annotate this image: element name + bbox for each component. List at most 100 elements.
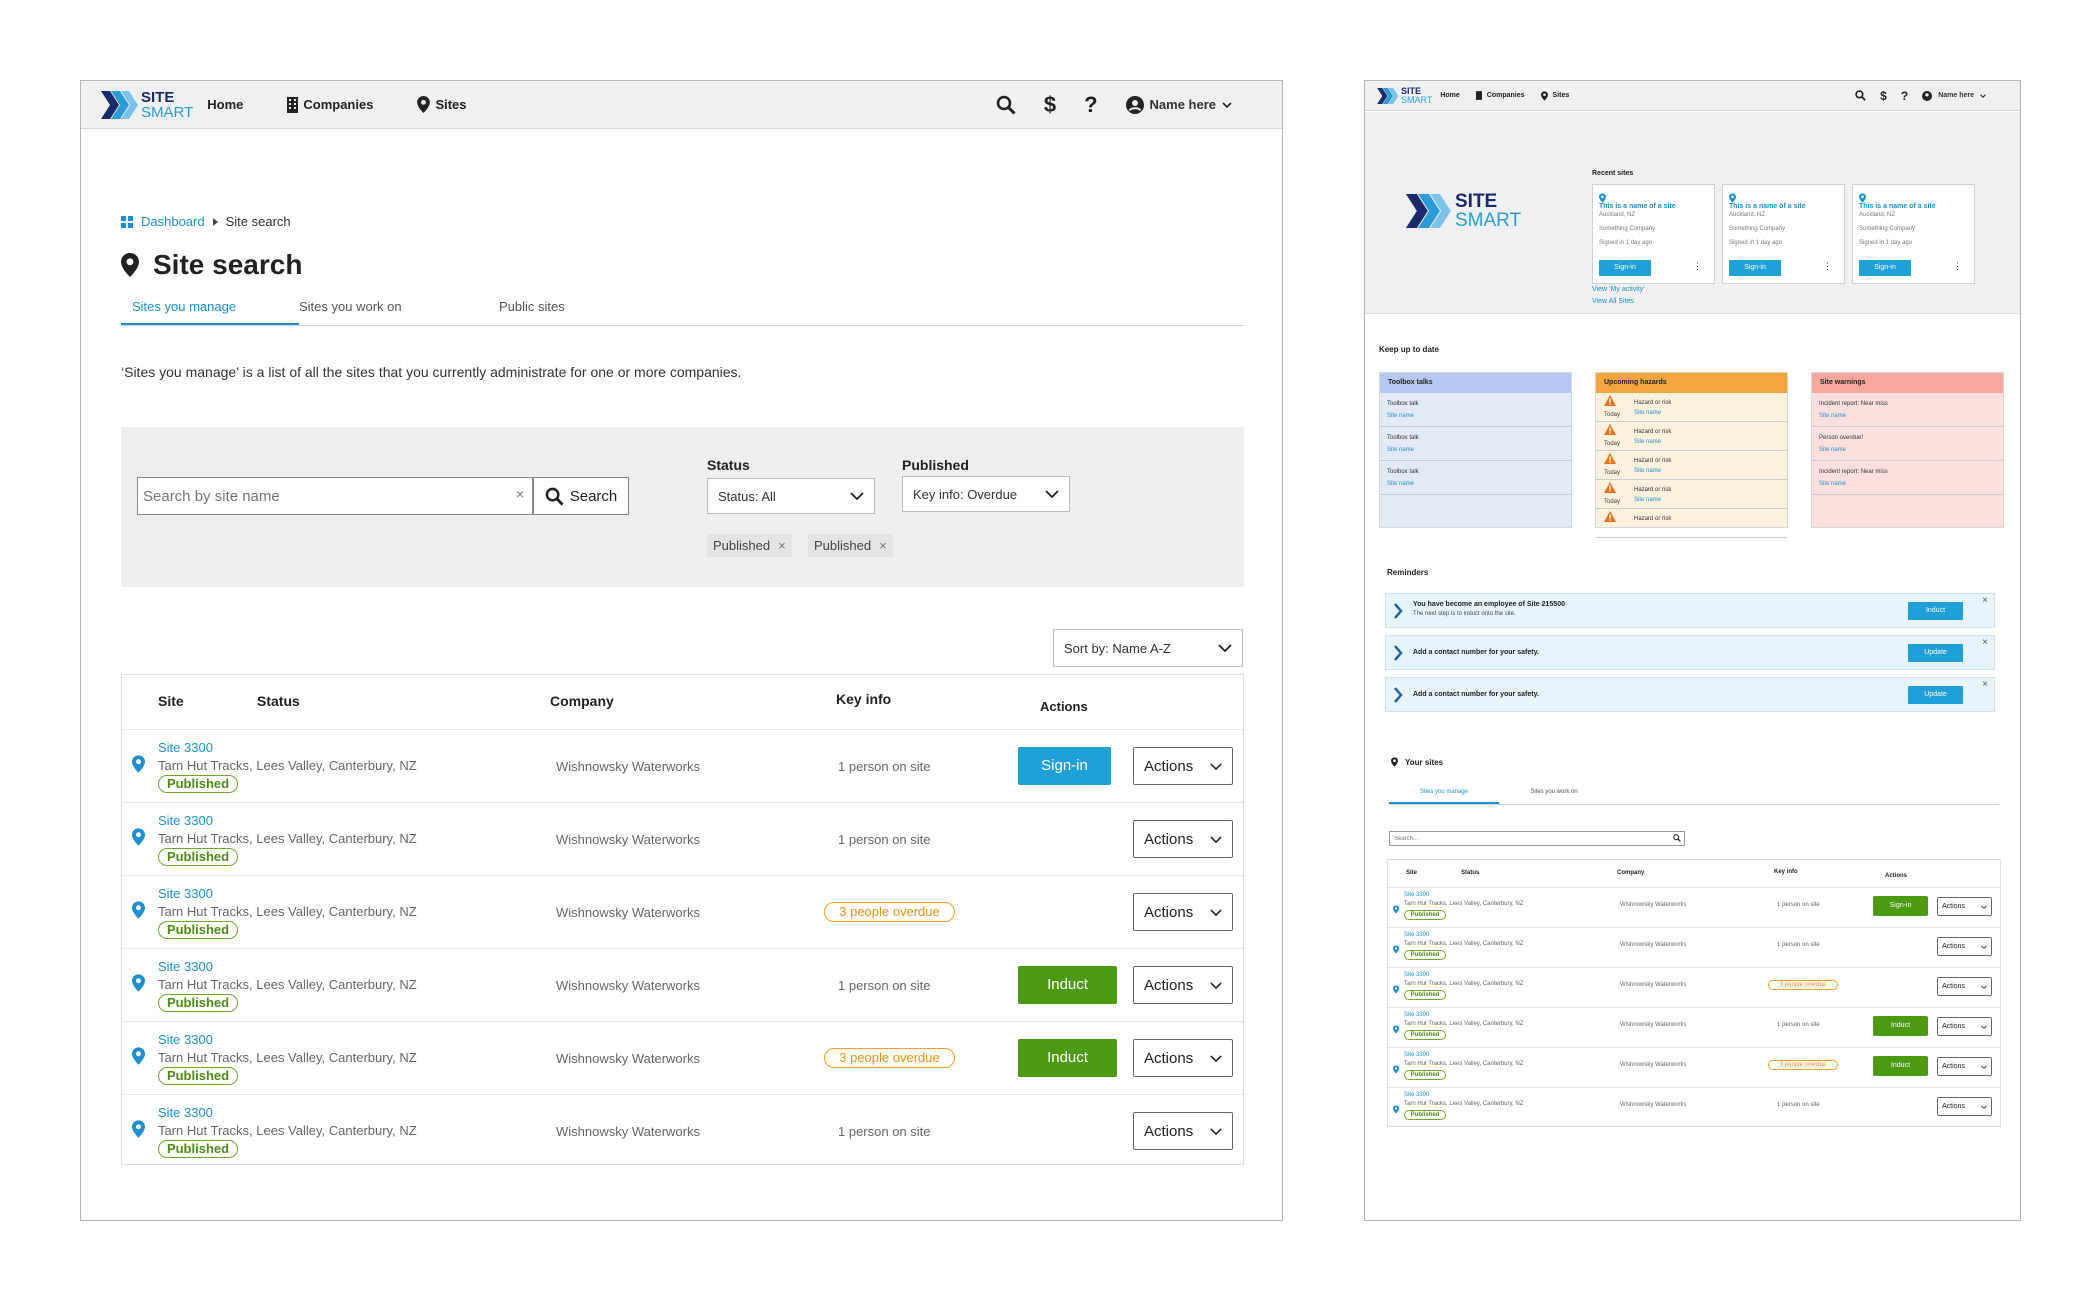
induct-button[interactable]: Induct — [1018, 1039, 1117, 1077]
induct-button[interactable]: Induct — [1873, 1056, 1928, 1076]
nav-sites[interactable]: Sites — [417, 96, 467, 113]
actions-dropdown[interactable]: Actions — [1937, 977, 1992, 996]
tab-sites-you-work-on[interactable]: Sites you work on — [1499, 789, 1609, 804]
tab-sites-you-manage[interactable]: Sites you manage — [1389, 789, 1499, 804]
sign-in-button[interactable]: Sign-in — [1018, 747, 1111, 785]
actions-dropdown[interactable]: Actions — [1133, 966, 1233, 1004]
tab-sites-you-work-on[interactable]: Sites you work on — [299, 299, 499, 325]
actions-dropdown[interactable]: Actions — [1133, 893, 1233, 931]
recent-site-card[interactable]: This is a name of a site Auckland, NZ Some… — [1852, 184, 1975, 284]
view-activity-link[interactable]: View ‘My activity’ — [1592, 286, 1645, 293]
actions-dropdown[interactable]: Actions — [1937, 1057, 1992, 1076]
reminder-button[interactable]: Update — [1908, 644, 1963, 662]
induct-button[interactable]: Sign-in — [1873, 896, 1928, 916]
sitesmart-logo[interactable]: SITE SMART — [1377, 86, 1432, 105]
site-link[interactable]: Site 3300 — [1404, 892, 1429, 898]
induct-button[interactable]: Induct — [1873, 1016, 1928, 1036]
more-options-icon[interactable]: ⋮ — [1693, 261, 1702, 272]
actions-dropdown[interactable]: Actions — [1937, 1097, 1992, 1116]
site-link[interactable]: Site 3300 — [1404, 1012, 1429, 1018]
panel-item[interactable]: Toolbox talk Site name — [1380, 427, 1571, 461]
site-link[interactable]: Site 3300 — [158, 886, 213, 901]
actions-dropdown[interactable]: Actions — [1133, 747, 1233, 785]
col-company: Company — [550, 693, 614, 709]
recent-site-name[interactable]: This is a name of a site — [1599, 203, 1676, 210]
search-icon[interactable] — [1855, 90, 1867, 101]
breadcrumb-dashboard[interactable]: Dashboard — [141, 214, 205, 229]
nav-sites[interactable]: Sites — [1540, 90, 1569, 101]
reminder-button[interactable]: Update — [1908, 686, 1963, 704]
more-options-icon[interactable]: ⋮ — [1823, 261, 1832, 272]
dollar-icon[interactable]: $ — [1044, 92, 1056, 118]
sign-in-button[interactable]: Sign-in — [1729, 260, 1781, 276]
nav-companies[interactable]: Companies — [1475, 91, 1525, 100]
sitesmart-logo[interactable]: SITE SMART — [101, 90, 193, 120]
help-icon[interactable]: ? — [1084, 92, 1097, 118]
search-button[interactable]: Search — [533, 477, 629, 515]
published-select[interactable]: Key info: Overdue — [902, 476, 1070, 512]
filter-chip[interactable]: Published × — [808, 534, 893, 557]
more-options-icon[interactable]: ⋮ — [1953, 261, 1962, 272]
tab-public-sites[interactable]: Public sites — [499, 299, 565, 325]
site-link[interactable]: Site 3300 — [158, 813, 213, 828]
close-icon[interactable]: × — [1982, 679, 1988, 690]
recent-site-name[interactable]: This is a name of a site — [1859, 203, 1936, 210]
remove-chip-icon[interactable]: × — [778, 538, 786, 553]
site-link[interactable]: Site 3300 — [1404, 1052, 1429, 1058]
actions-dropdown[interactable]: Actions — [1937, 937, 1992, 956]
sign-in-button[interactable]: Sign-in — [1599, 260, 1651, 276]
search-icon[interactable] — [996, 95, 1016, 115]
site-link[interactable]: Site 3300 — [158, 740, 213, 755]
close-icon[interactable]: × — [1982, 637, 1988, 648]
recent-site-name[interactable]: This is a name of a site — [1729, 203, 1806, 210]
panel-item[interactable]: Person overdue! Site name — [1812, 427, 2003, 461]
panel-item[interactable]: Toolbox talk Site name — [1380, 393, 1571, 427]
induct-button[interactable]: Induct — [1018, 966, 1117, 1004]
close-icon[interactable]: × — [1982, 595, 1988, 606]
actions-dropdown[interactable]: Actions — [1133, 1112, 1233, 1150]
actions-dropdown[interactable]: Actions — [1937, 1017, 1992, 1036]
hazard-item[interactable]: Hazard or risk — [1596, 509, 1787, 538]
hazard-item[interactable]: Today Hazard or risk Site name — [1596, 393, 1787, 422]
site-link[interactable]: Site 3300 — [158, 1105, 213, 1120]
user-menu[interactable]: Name here — [1125, 95, 1232, 114]
view-all-sites-link[interactable]: View All Sites — [1592, 298, 1634, 305]
nav-home[interactable]: Home — [1440, 92, 1459, 99]
search-icon[interactable] — [1673, 834, 1681, 842]
site-link[interactable]: Site 3300 — [158, 959, 213, 974]
site-link[interactable]: Site 3300 — [1404, 1092, 1429, 1098]
recent-site-card[interactable]: This is a name of a site Auckland, NZ Some… — [1592, 184, 1715, 284]
company-name: Wishnowsky Waterworks — [556, 905, 700, 920]
actions-dropdown[interactable]: Actions — [1133, 820, 1233, 858]
panel-item[interactable]: Toolbox talk Site name — [1380, 461, 1571, 495]
sign-in-button[interactable]: Sign-in — [1859, 260, 1911, 276]
hazard-item[interactable]: Today Hazard or risk Site name — [1596, 480, 1787, 509]
site-link[interactable]: Site 3300 — [158, 1032, 213, 1047]
hero-logo-line1: SITE — [1455, 191, 1498, 212]
building-icon — [1475, 91, 1482, 100]
nav-home[interactable]: Home — [207, 97, 243, 112]
site-address: Tarn Hut Tracks, Lees Valley, Canterbury… — [158, 904, 417, 919]
user-menu[interactable]: Name here — [1922, 90, 1986, 101]
filter-chip[interactable]: Published × — [707, 534, 792, 557]
tab-sites-you-manage[interactable]: Sites you manage — [121, 299, 299, 325]
sort-select[interactable]: Sort by: Name A-Z — [1053, 629, 1243, 667]
panel-item[interactable]: Incident report: Near miss Site name — [1812, 393, 2003, 427]
clear-search-icon[interactable]: × — [516, 486, 524, 502]
site-link[interactable]: Site 3300 — [1404, 972, 1429, 978]
actions-dropdown[interactable]: Actions — [1133, 1039, 1233, 1077]
hazard-item[interactable]: Today Hazard or risk Site name — [1596, 422, 1787, 451]
dollar-icon[interactable]: $ — [1880, 89, 1887, 103]
help-icon[interactable]: ? — [1901, 89, 1908, 103]
status-select[interactable]: Status: All — [707, 478, 875, 514]
reminder-button[interactable]: Induct — [1908, 602, 1963, 620]
actions-dropdown[interactable]: Actions — [1937, 897, 1992, 916]
small-search-input[interactable] — [1390, 832, 1668, 845]
search-input[interactable] — [137, 477, 533, 515]
remove-chip-icon[interactable]: × — [879, 538, 887, 553]
recent-site-card[interactable]: This is a name of a site Auckland, NZ Some… — [1722, 184, 1845, 284]
panel-item[interactable]: Incident report: Near miss Site name — [1812, 461, 2003, 495]
site-link[interactable]: Site 3300 — [1404, 932, 1429, 938]
nav-companies[interactable]: Companies — [287, 96, 373, 113]
hazard-item[interactable]: Today Hazard or risk Site name — [1596, 451, 1787, 480]
